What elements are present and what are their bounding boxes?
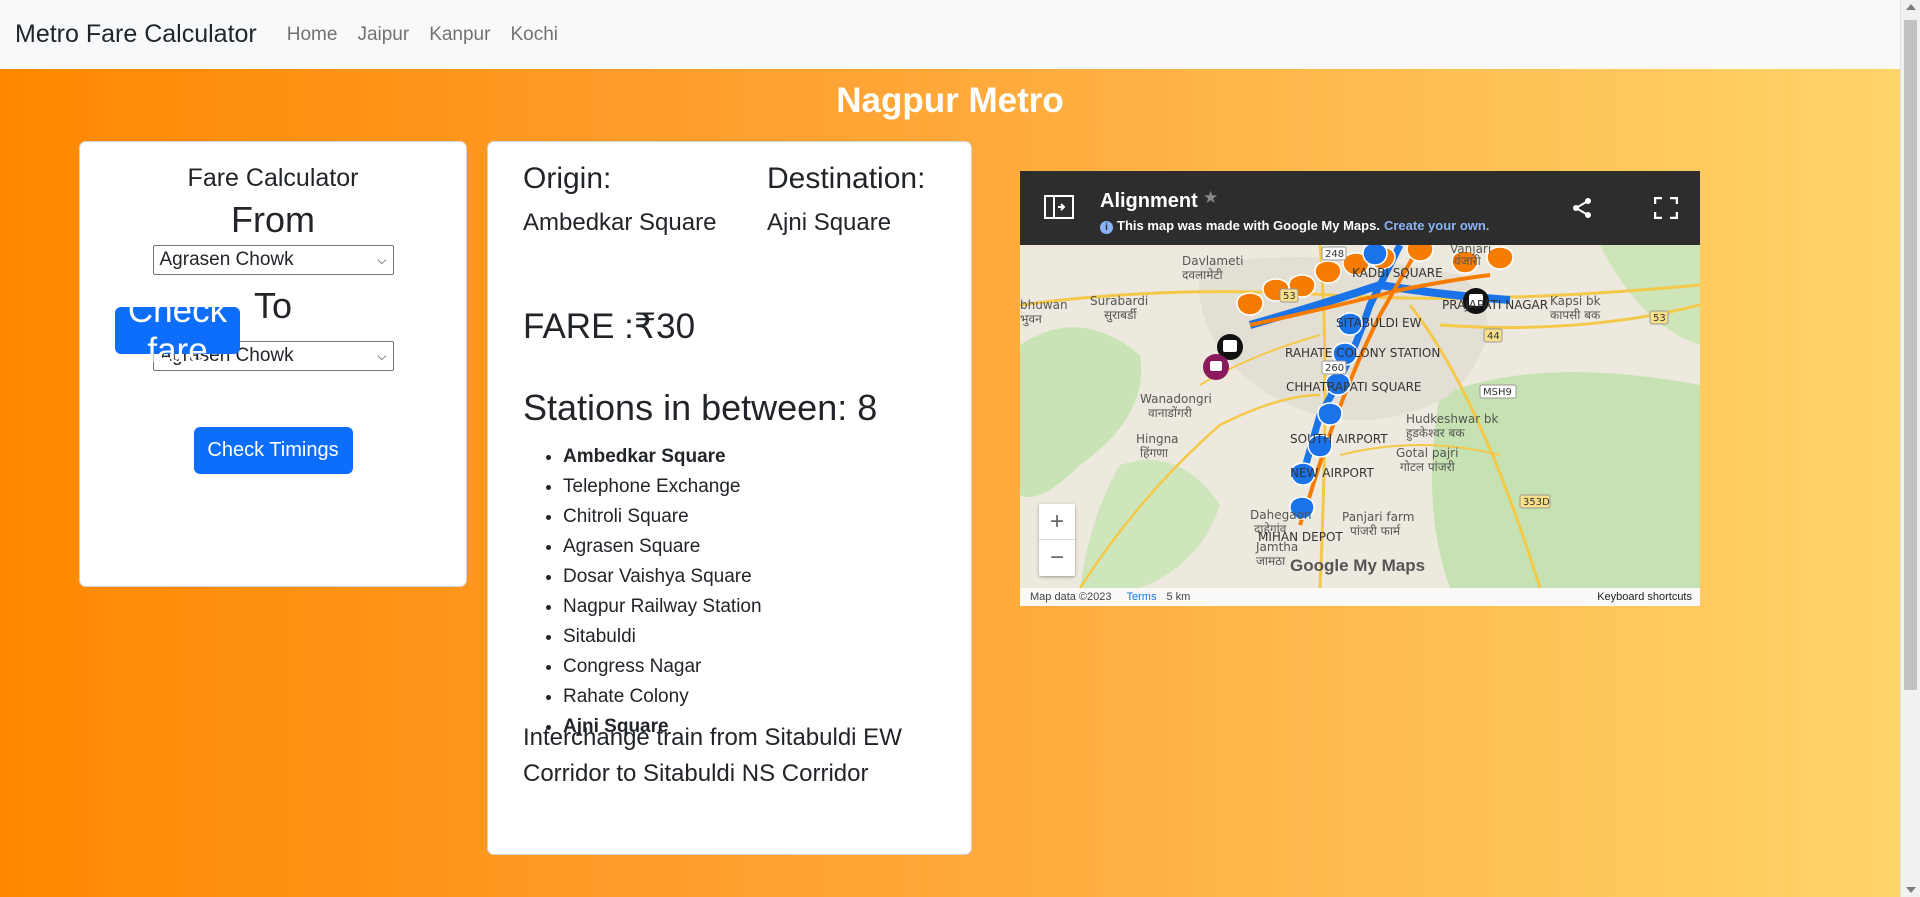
svg-text:248: 248 bbox=[1325, 249, 1344, 260]
list-item: Dosar Vaishya Square bbox=[563, 562, 762, 592]
fare-calculator-card: Fare Calculator From Agrasen Chowk ⌵ To … bbox=[79, 141, 467, 587]
svg-text:bhuwan: bhuwan bbox=[1020, 298, 1068, 312]
svg-text:SOUTH AIRPORT: SOUTH AIRPORT bbox=[1290, 432, 1388, 446]
star-icon[interactable]: ★ bbox=[1203, 188, 1218, 208]
map-data-text: Map data ©2023 bbox=[1030, 591, 1112, 603]
svg-text:गोटल पांजरी: गोटल पांजरी bbox=[1400, 460, 1456, 474]
svg-text:सुराबर्डी: सुराबर्डी bbox=[1104, 308, 1137, 323]
svg-text:Dahegaon: Dahegaon bbox=[1250, 508, 1312, 522]
svg-text:Gotal pajri: Gotal pajri bbox=[1396, 446, 1458, 460]
svg-text:MIHAN DEPOT: MIHAN DEPOT bbox=[1258, 530, 1343, 544]
fullscreen-icon[interactable] bbox=[1654, 197, 1678, 219]
svg-text:दवलामेटी: दवलामेटी bbox=[1182, 268, 1224, 282]
svg-text:NEW AIRPORT: NEW AIRPORT bbox=[1290, 466, 1374, 480]
zoom-control: + − bbox=[1039, 504, 1075, 576]
destination-value: Ajni Square bbox=[767, 209, 892, 236]
terms-link[interactable]: Terms bbox=[1127, 591, 1157, 603]
made-with-text: This map was made with Google My Maps. bbox=[1117, 218, 1380, 233]
page-title: Nagpur Metro bbox=[836, 81, 1064, 120]
check-fare-button[interactable]: Check fare bbox=[115, 291, 240, 370]
list-item: Telephone Exchange bbox=[563, 472, 762, 502]
svg-text:वंजारी: वंजारी bbox=[1454, 254, 1482, 268]
svg-text:पांजरी फार्म: पांजरी फार्म bbox=[1350, 524, 1401, 538]
svg-text:SITABULDI EW: SITABULDI EW bbox=[1336, 316, 1422, 330]
svg-text:53: 53 bbox=[1283, 291, 1296, 302]
list-item: Chitroli Square bbox=[563, 502, 762, 532]
svg-text:53: 53 bbox=[1653, 313, 1666, 324]
scroll-thumb[interactable] bbox=[1904, 20, 1917, 690]
chevron-down-icon: ⌵ bbox=[377, 348, 387, 363]
nav-link-jaipur[interactable]: Jaipur bbox=[357, 24, 409, 46]
map-title[interactable]: Alignment bbox=[1100, 190, 1198, 213]
fare-amount: FARE :₹30 bbox=[523, 307, 696, 346]
svg-text:Surabardi: Surabardi bbox=[1090, 294, 1148, 308]
embedded-map[interactable]: Alignment ★ i This map was made with Goog… bbox=[1020, 171, 1700, 606]
calculator-title: Fare Calculator bbox=[187, 164, 359, 192]
svg-text:260: 260 bbox=[1325, 363, 1344, 374]
svg-text:Hingna: Hingna bbox=[1136, 432, 1179, 446]
zoom-out-button[interactable]: − bbox=[1039, 540, 1075, 576]
svg-text:44: 44 bbox=[1487, 331, 1500, 342]
svg-text:Panjari farm: Panjari farm bbox=[1342, 510, 1414, 524]
list-item: Nagpur Railway Station bbox=[563, 592, 762, 622]
svg-text:वानाडोंगरी: वानाडोंगरी bbox=[1148, 406, 1193, 420]
from-select[interactable]: Agrasen Chowk ⌵ bbox=[152, 245, 394, 275]
share-icon[interactable] bbox=[1571, 197, 1593, 219]
list-item: Ambedkar Square bbox=[563, 442, 762, 472]
keyboard-shortcuts-link[interactable]: Keyboard shortcuts bbox=[1597, 591, 1692, 603]
svg-text:MSH9: MSH9 bbox=[1483, 387, 1512, 398]
map-canvas[interactable]: 248 53 260 44 MSH9 353D 53 Davlameti दवल… bbox=[1020, 245, 1700, 588]
check-timings-button[interactable]: Check Timings bbox=[193, 427, 353, 474]
list-item: Rahate Colony bbox=[563, 682, 762, 712]
svg-text:353D: 353D bbox=[1523, 497, 1550, 508]
svg-text:Hudkeshwar bk: Hudkeshwar bk bbox=[1406, 412, 1499, 426]
svg-text:Kapsi bk: Kapsi bk bbox=[1550, 294, 1601, 308]
scroll-up-arrow-icon[interactable] bbox=[1906, 4, 1916, 10]
sidebar-toggle-icon[interactable] bbox=[1044, 195, 1074, 219]
svg-text:Davlameti: Davlameti bbox=[1182, 254, 1244, 268]
list-item: Agrasen Square bbox=[563, 532, 762, 562]
station-list: Ambedkar Square Telephone Exchange Chitr… bbox=[563, 442, 762, 742]
svg-text:भुवन: भुवन bbox=[1020, 312, 1042, 327]
create-your-own-link[interactable]: Create your own. bbox=[1384, 218, 1489, 233]
interchange-note: Interchange train from Sitabuldi EW Corr… bbox=[523, 724, 902, 787]
list-item: Sitabuldi bbox=[563, 622, 762, 652]
scale-text: 5 km bbox=[1166, 591, 1191, 603]
svg-text:हिंगणा: हिंगणा bbox=[1140, 446, 1169, 460]
nav-link-kanpur[interactable]: Kanpur bbox=[429, 24, 490, 46]
main-content: Nagpur Metro Fare Calculator From Agrase… bbox=[0, 69, 1900, 897]
origin-value: Ambedkar Square bbox=[523, 209, 717, 236]
calculator-buttons: Check fare Check Timings bbox=[80, 291, 466, 474]
zoom-in-button[interactable]: + bbox=[1039, 504, 1075, 540]
svg-text:RAHATE COLONY STATION: RAHATE COLONY STATION bbox=[1285, 346, 1440, 360]
nav-link-home[interactable]: Home bbox=[287, 24, 338, 46]
list-item: Congress Nagar bbox=[563, 652, 762, 682]
svg-text:जामठा: जामठा bbox=[1256, 554, 1286, 568]
scrollbar[interactable] bbox=[1900, 0, 1920, 897]
google-my-maps-logo: Google My Maps bbox=[1290, 556, 1426, 575]
svg-text:PRAJAPATI NAGAR: PRAJAPATI NAGAR bbox=[1442, 298, 1548, 312]
map-subtitle: i This map was made with Google My Maps. C… bbox=[1100, 218, 1489, 234]
navbar: Metro Fare Calculator Home Jaipur Kanpur… bbox=[0, 0, 1900, 69]
chevron-down-icon: ⌵ bbox=[377, 252, 387, 267]
svg-text:हुडकेश्वर बक: हुडकेश्वर बक bbox=[1406, 426, 1465, 441]
svg-text:कापसी बक: कापसी बक bbox=[1550, 308, 1601, 322]
nav-link-kochi[interactable]: Kochi bbox=[510, 24, 558, 46]
svg-text:Wanadongri: Wanadongri bbox=[1140, 392, 1212, 406]
stations-heading: Stations in between: 8 bbox=[523, 387, 878, 428]
origin-label: Origin: bbox=[523, 162, 612, 195]
scroll-down-arrow-icon[interactable] bbox=[1906, 887, 1916, 893]
info-icon: i bbox=[1100, 221, 1113, 234]
route-card: Origin: Ambedkar Square Destination: Ajn… bbox=[487, 141, 972, 855]
map-header: Alignment ★ i This map was made with Goog… bbox=[1020, 171, 1700, 245]
from-select-value: Agrasen Chowk bbox=[159, 249, 294, 270]
svg-text:CHHATRAPATI SQUARE: CHHATRAPATI SQUARE bbox=[1286, 380, 1422, 394]
from-label: From bbox=[231, 199, 315, 240]
map-footer: Map data ©2023 Terms 5 km Keyboard short… bbox=[1020, 588, 1700, 606]
destination-label: Destination: bbox=[767, 162, 926, 195]
brand[interactable]: Metro Fare Calculator bbox=[15, 20, 257, 49]
svg-text:KADBI SQUARE: KADBI SQUARE bbox=[1352, 266, 1443, 280]
